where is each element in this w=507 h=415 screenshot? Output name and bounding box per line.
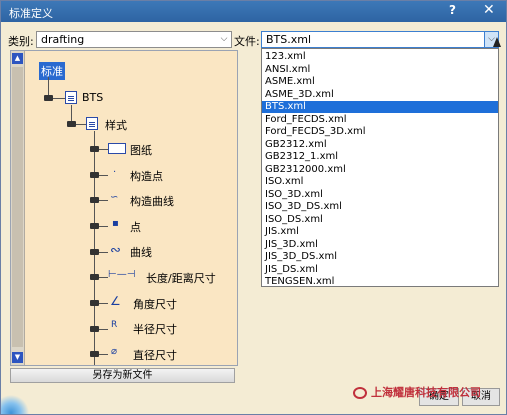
dropdown-option[interactable]: JIS_DS.xml [262,264,498,276]
file-dropdown-list[interactable]: 123.xml ANSI.xml ASME.xml ASME_3D.xml BT… [261,48,499,287]
dropdown-option[interactable]: GB2312.xml [262,139,498,151]
standards-tree: 标准 BTS 样式 图纸 · 构造点 ∽ 构造曲线 ▪ 点 ∾ 曲线 ⊢—⊣ 长… [26,51,238,365]
tree-item-angle-dimension[interactable]: 角度尺寸 [133,296,177,312]
file-value: BTS.xml [266,33,312,46]
tree-item-drawing[interactable]: 图纸 [130,142,152,158]
file-combo[interactable]: BTS.xml ⌵ [261,31,499,48]
save-as-new-file-button[interactable]: 另存为新文件 [10,368,235,383]
dropdown-option[interactable]: GB2312_1.xml [262,151,498,163]
dropdown-option[interactable]: ISO.xml [262,176,498,188]
tree-connector [99,354,108,355]
close-button[interactable]: ✕ [483,2,495,18]
tree-connector [99,200,108,201]
construction-point-icon: · [113,167,117,178]
category-label: 类别: [8,35,34,48]
tree-connector [99,226,108,227]
dropdown-option[interactable]: ISO_3D.xml [262,189,498,201]
dropdown-option[interactable]: ASME_3D.xml [262,89,498,101]
file-label: 文件: [234,35,260,48]
point-icon: ▪ [112,218,119,229]
tree-node-style[interactable]: 样式 [105,117,127,133]
tree-toggle-icon[interactable] [90,351,99,357]
help-button[interactable]: ? [449,3,456,17]
construction-curve-icon: ∽ [110,192,119,203]
dropdown-option[interactable]: JIS_3D.xml [262,239,498,251]
sheet-icon [108,143,126,154]
scroll-up-icon[interactable]: ▲ [12,53,23,64]
tree-connector [99,175,108,176]
dropdown-option[interactable]: JIS_3D_DS.xml [262,251,498,263]
tree-item-diameter-dimension[interactable]: 直径尺寸 [133,347,177,363]
tree-connector [48,77,49,97]
dropdown-option[interactable]: 123.xml [262,51,498,63]
category-value: drafting [41,33,85,46]
dropdown-option[interactable]: ISO_DS.xml [262,214,498,226]
dropdown-option[interactable]: Ford_FECDS_3D.xml [262,126,498,138]
tree-connector [99,303,108,304]
chevron-down-icon[interactable]: ⌵ [217,32,231,47]
watermark-text: 上海耀唐科技有限公司 [371,386,481,399]
diameter-dimension-icon: ⌀ [111,346,118,357]
angle-dimension-icon: ∠ [110,294,121,308]
tree-item-length-distance-dimension[interactable]: 长度/距离尺寸 [146,270,216,286]
window-title: 标准定义 [9,7,53,20]
radius-dimension-icon: R [111,320,118,330]
tree-toggle-icon[interactable] [90,172,99,178]
dropdown-option[interactable]: Ford_FECDS.xml [262,114,498,126]
tree-toggle-icon[interactable] [90,249,99,255]
tree-item-curve[interactable]: 曲线 [130,244,152,260]
curve-icon: ∾ [110,243,121,258]
tree-toggle-icon[interactable] [44,95,53,101]
title-bar: 标准定义 ? ✕ [1,1,506,22]
tree-toggle-icon[interactable] [90,274,99,280]
tree-connector [99,149,108,150]
tree-root-standard[interactable]: 标准 [39,62,65,80]
dropdown-option[interactable]: ASME.xml [262,76,498,88]
tree-item-radius-dimension[interactable]: 半径尺寸 [133,321,177,337]
dropdown-option[interactable]: ISO_3D_DS.xml [262,201,498,213]
tree-item-point[interactable]: 点 [130,219,141,235]
scroll-thumb[interactable] [12,67,23,347]
dropdown-option[interactable]: JIS.xml [262,226,498,238]
standards-tree-pane: ▲ ▼ 标准 BTS 样式 图纸 · 构造点 ∽ 构造曲线 ▪ 点 ∾ 曲线 ⊢… [10,50,238,366]
tree-toggle-icon[interactable] [90,300,99,306]
tree-toggle-icon[interactable] [90,146,99,152]
dropdown-option[interactable]: GB2312000.xml [262,164,498,176]
tree-toggle-icon[interactable] [90,197,99,203]
document-icon [86,117,98,130]
tree-scrollbar[interactable]: ▲ ▼ [11,51,25,365]
tree-connector [99,277,108,278]
document-icon [65,91,77,104]
category-combo[interactable]: drafting ⌵ [36,31,232,48]
mouse-cursor-icon [493,37,501,47]
tree-item-construction-point[interactable]: 构造点 [130,168,163,184]
tree-toggle-icon[interactable] [67,121,76,127]
dropdown-option-selected[interactable]: BTS.xml [262,101,498,113]
tree-connector [76,124,86,125]
corner-logo [1,391,33,414]
tree-connector [53,98,65,99]
tree-toggle-icon[interactable] [90,223,99,229]
dropdown-option[interactable]: TENGSEN.xml [262,276,498,288]
wechat-icon [353,387,367,399]
tree-item-construction-curve[interactable]: 构造曲线 [130,193,174,209]
tree-toggle-icon[interactable] [90,326,99,332]
dropdown-option[interactable]: ANSI.xml [262,64,498,76]
scroll-down-icon[interactable]: ▼ [12,352,23,363]
tree-connector [99,329,108,330]
tree-connector [99,252,108,253]
length-dimension-icon: ⊢—⊣ [108,269,136,280]
standard-definition-dialog: 标准定义 ? ✕ 类别: drafting ⌵ 文件: BTS.xml ⌵ ▲ … [0,0,507,415]
tree-node-bts[interactable]: BTS [82,91,103,104]
